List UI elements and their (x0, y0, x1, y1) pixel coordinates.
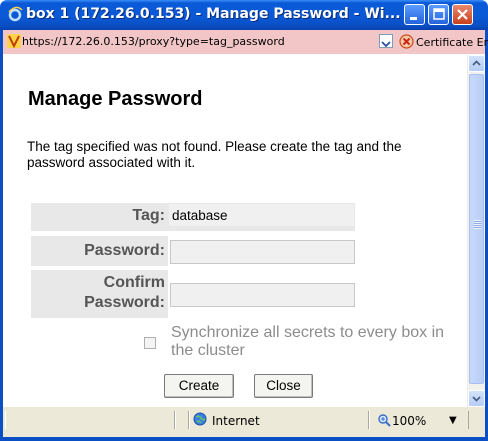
globe-icon (193, 412, 207, 426)
sync-label: Synchronize all secrets to every box in … (171, 324, 445, 359)
tag-input[interactable] (169, 204, 354, 226)
scroll-up-button[interactable] (468, 55, 485, 72)
title-bar: box 1 (172.26.0.153) - Manage Password -… (0, 0, 488, 30)
page-title: Manage Password (28, 88, 203, 110)
zoom-level[interactable]: 100% (392, 414, 426, 428)
certificate-error-icon[interactable] (399, 34, 414, 49)
close-icon (457, 9, 468, 20)
close-button[interactable]: Close (254, 374, 313, 398)
sync-checkbox[interactable] (144, 337, 156, 349)
vertical-scrollbar[interactable] (467, 55, 485, 407)
page-icon (7, 34, 21, 48)
security-zone: Internet (212, 414, 260, 428)
create-button[interactable]: Create (164, 374, 234, 398)
info-message: The tag specified was not found. Please … (27, 139, 402, 170)
address-dropdown[interactable] (379, 34, 393, 48)
minimize-button[interactable] (404, 4, 425, 25)
confirm-label-line1: Confirm (103, 274, 165, 291)
tag-label: Tag: (31, 203, 168, 231)
scroll-thumb[interactable] (469, 74, 484, 384)
grip-icon (474, 220, 481, 229)
confirm-password-label: Confirm Password: (31, 270, 168, 318)
chevron-down-icon (381, 41, 391, 48)
password-label: Password: (31, 236, 168, 266)
window-title: box 1 (172.26.0.153) - Manage Password -… (26, 6, 401, 22)
confirm-password-input[interactable] (170, 283, 355, 307)
confirm-label-line2: Password: (84, 294, 165, 311)
maximize-icon (433, 8, 445, 20)
chevron-down-icon (472, 396, 481, 402)
chevron-up-icon (472, 60, 481, 66)
ie-icon (8, 6, 23, 22)
zoom-icon[interactable] (377, 413, 391, 427)
chevron-down-icon[interactable]: ▼ (449, 415, 457, 426)
minimize-icon (410, 17, 417, 20)
scroll-down-button[interactable] (468, 390, 485, 407)
tag-field-cell (168, 203, 355, 231)
address-bar: https://172.26.0.153/proxy?type=tag_pass… (0, 30, 488, 54)
status-text-pane (5, 411, 175, 429)
password-input[interactable] (170, 240, 355, 264)
certificate-error-label[interactable]: Certificate Error (416, 36, 488, 49)
address-url[interactable]: https://172.26.0.153/proxy?type=tag_pass… (22, 35, 382, 48)
close-window-button[interactable] (452, 4, 473, 25)
maximize-button[interactable] (428, 4, 449, 25)
status-bar: Internet 100% ▼ (0, 407, 488, 441)
status-pane (175, 411, 189, 429)
